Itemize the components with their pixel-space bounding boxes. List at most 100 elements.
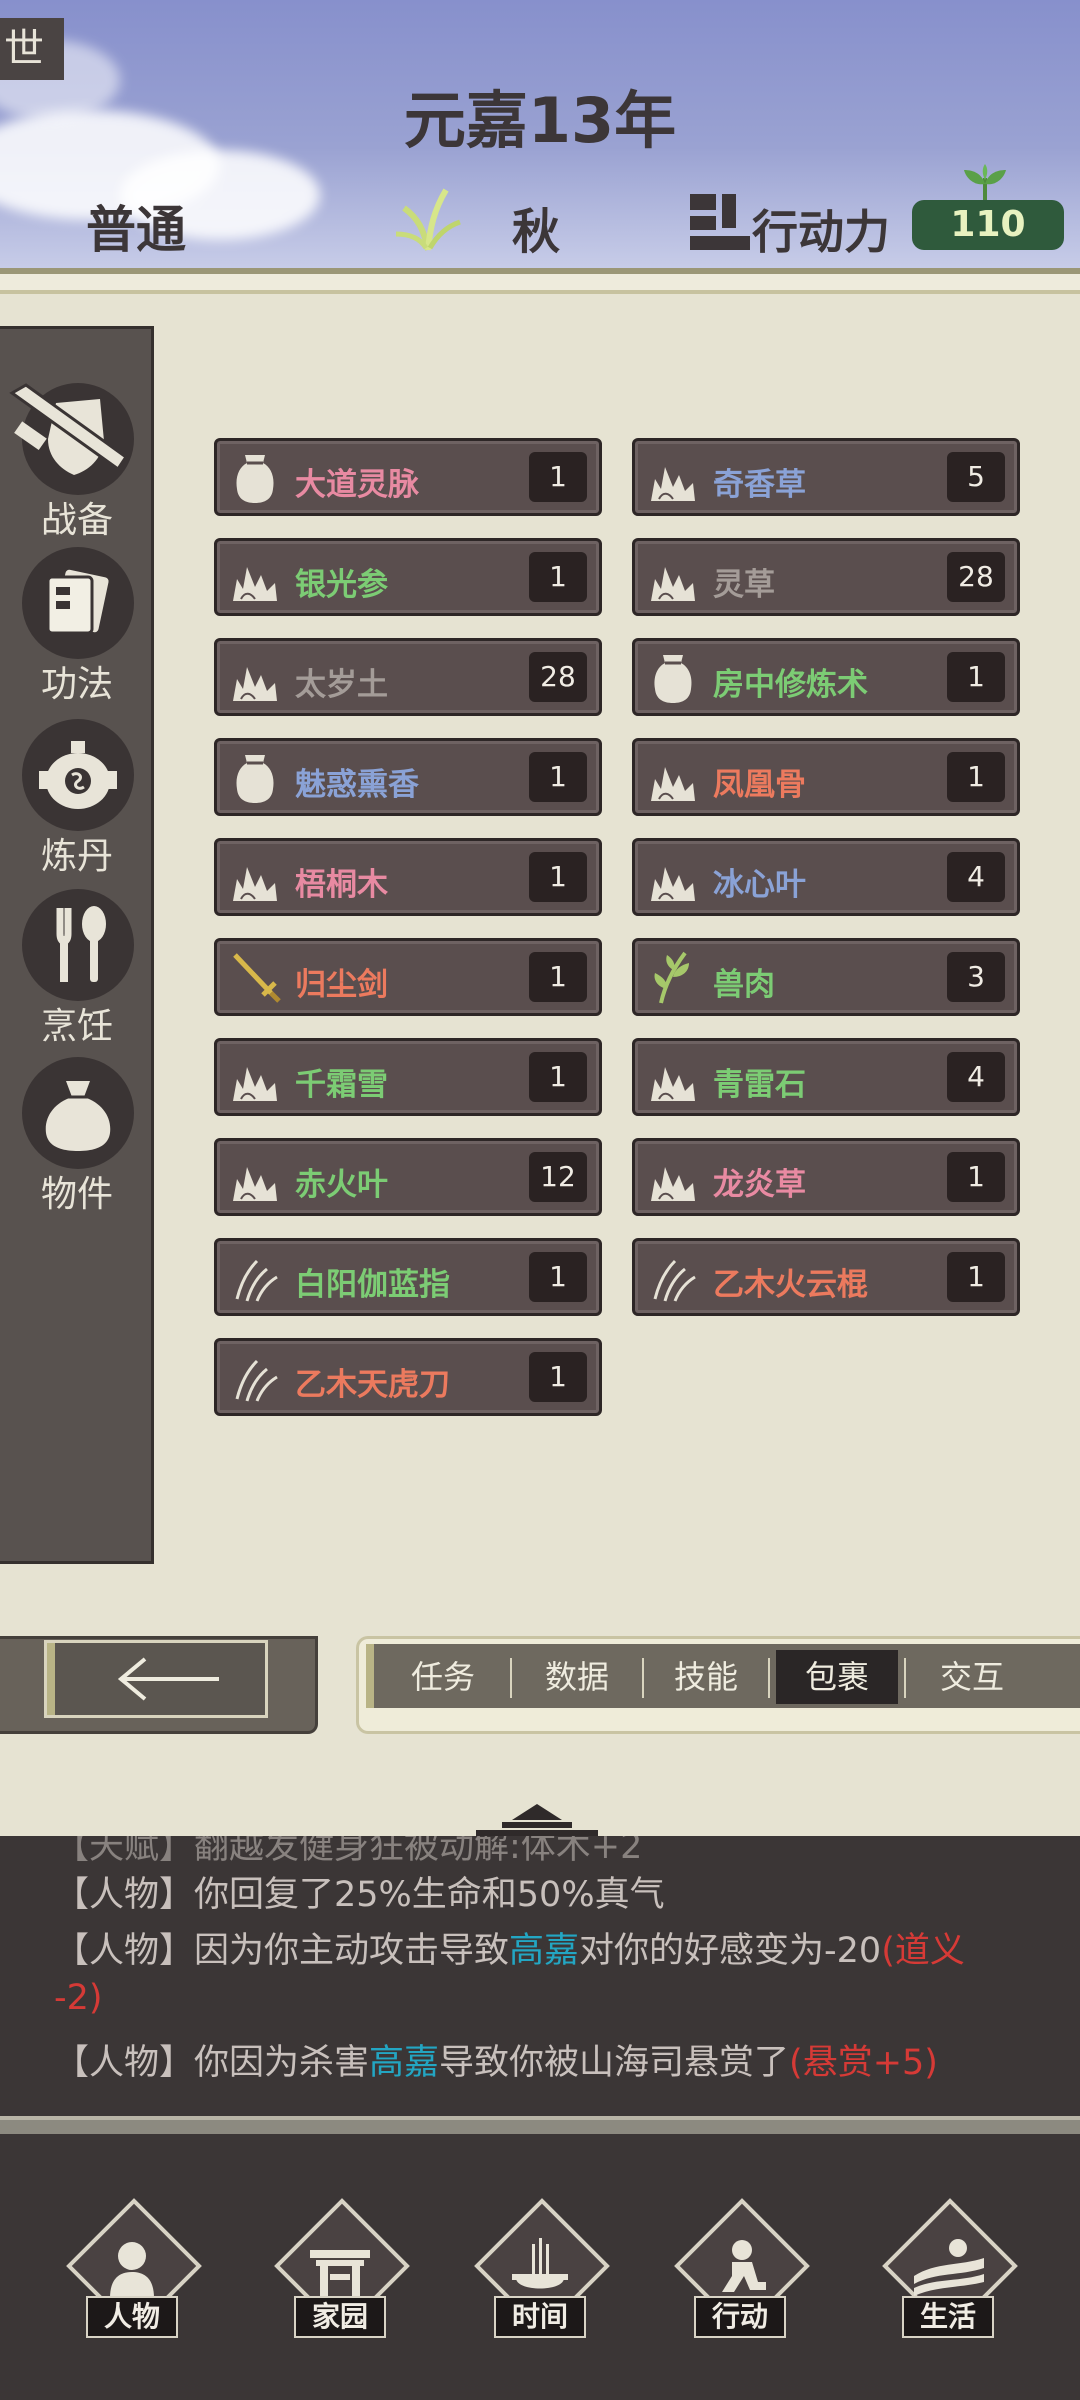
sidebar-item-label: 战备 (40, 500, 113, 541)
back-button[interactable] (44, 1640, 268, 1718)
bag-icon (227, 449, 283, 505)
inventory-item[interactable]: 兽肉 3 (632, 938, 1020, 1016)
item-count: 1 (947, 1252, 1005, 1302)
nav-life[interactable]: 生活 (872, 2198, 1022, 2342)
item-count: 1 (947, 652, 1005, 702)
bag-icon (227, 749, 283, 805)
inventory-item[interactable]: 青雷石 4 (632, 1038, 1020, 1116)
tab-data[interactable]: 数据 (512, 1650, 642, 1704)
inventory-item[interactable]: 归尘剑 1 (214, 938, 602, 1016)
item-name: 乙木火云棍 (713, 1267, 868, 1303)
inventory-item[interactable]: 魅惑熏香 1 (214, 738, 602, 816)
item-count: 4 (947, 1052, 1005, 1102)
log-text: 对你的好感变为-20 (579, 1931, 882, 1971)
log-line: 【人物】你因为杀害高嘉导致你被山海司悬赏了(悬赏+5) (54, 2034, 938, 2085)
sidebar-item-objects[interactable]: 物件 (0, 1057, 154, 1217)
inventory-item[interactable]: 赤火叶 12 (214, 1138, 602, 1216)
sprig-icon (645, 949, 701, 1005)
tab-divider (768, 1658, 770, 1698)
action-points-icon (690, 194, 750, 250)
herb-icon (645, 549, 701, 605)
inventory-item[interactable]: 凤凰骨 1 (632, 738, 1020, 816)
log-highlight: (道义 (881, 1931, 965, 1971)
item-count: 28 (529, 652, 587, 702)
item-name: 灵草 (713, 567, 775, 603)
sword-shield-icon (9, 383, 134, 495)
claw-icon (227, 1249, 283, 1305)
inventory-item[interactable]: 冰心叶 4 (632, 838, 1020, 916)
item-count: 1 (529, 452, 587, 502)
arrow-left-icon (117, 1657, 219, 1701)
sidebar-item-techniques[interactable]: 功法 (0, 547, 154, 707)
log-divider (0, 2116, 1080, 2134)
bag-icon (645, 649, 701, 705)
log-highlight: 高嘉 (369, 2043, 440, 2083)
herb-icon (227, 1149, 283, 1205)
nav-label: 人物 (86, 2296, 178, 2338)
nav-label: 家园 (294, 2296, 386, 2338)
tab-inventory[interactable]: 包裹 (776, 1650, 898, 1704)
claw-icon (645, 1249, 701, 1305)
inventory-item[interactable]: 房中修炼术 1 (632, 638, 1020, 716)
item-count: 12 (529, 1152, 587, 1202)
log-expand-icon[interactable] (462, 1798, 612, 1838)
item-name: 兽肉 (713, 967, 775, 1003)
nav-action[interactable]: 行动 (664, 2198, 814, 2342)
item-count: 1 (947, 1152, 1005, 1202)
item-name: 魅惑熏香 (295, 767, 419, 803)
item-name: 凤凰骨 (713, 767, 806, 803)
inventory-item[interactable]: 梧桐木 1 (214, 838, 602, 916)
inventory-item[interactable]: 乙木天虎刀 1 (214, 1338, 602, 1416)
log-text: 导致你被山海司悬赏了 (439, 2043, 790, 2083)
item-name: 冰心叶 (713, 867, 806, 903)
season-label: 秋 (512, 204, 561, 260)
sidebar-item-label: 物件 (40, 1174, 113, 1215)
item-count: 1 (529, 1352, 587, 1402)
nav-time[interactable]: 时间 (464, 2198, 614, 2342)
tab-skills[interactable]: 技能 (644, 1650, 768, 1704)
inventory-item[interactable]: 太岁土 28 (214, 638, 602, 716)
sidebar-item-label: 烹饪 (40, 1006, 113, 1047)
herb-icon (645, 1149, 701, 1205)
sidebar-item-equipment[interactable]: 战备 (0, 383, 154, 543)
item-count: 4 (947, 852, 1005, 902)
pouch-icon (22, 1057, 134, 1169)
inventory-item[interactable]: 千霜雪 1 (214, 1038, 602, 1116)
difficulty-label: 普通 (86, 201, 186, 259)
nav-character[interactable]: 人物 (56, 2198, 206, 2342)
header-divider (0, 268, 1080, 294)
inventory-item[interactable]: 乙木火云棍 1 (632, 1238, 1020, 1316)
item-count: 1 (529, 1252, 587, 1302)
item-name: 乙木天虎刀 (295, 1367, 450, 1403)
item-name: 白阳伽蓝指 (295, 1267, 450, 1303)
item-count: 5 (947, 452, 1005, 502)
item-count: 1 (529, 552, 587, 602)
item-name: 千霜雪 (295, 1067, 388, 1103)
incense-icon (512, 2238, 568, 2289)
log-line: -2) (54, 1978, 103, 2018)
nav-label: 行动 (694, 2296, 786, 2338)
nav-home[interactable]: 家园 (264, 2198, 414, 2342)
inventory-item[interactable]: 奇香草 5 (632, 438, 1020, 516)
inventory-item[interactable]: 龙炎草 1 (632, 1138, 1020, 1216)
tab-tasks[interactable]: 任务 (378, 1650, 508, 1704)
item-count: 1 (947, 752, 1005, 802)
sidebar-item-alchemy[interactable]: 炼丹 (0, 719, 154, 879)
landscape-icon (914, 2239, 984, 2296)
log-highlight: 高嘉 (509, 1931, 580, 1971)
item-count: 1 (529, 952, 587, 1002)
sidebar-item-cooking[interactable]: 烹饪 (0, 889, 154, 1049)
inventory-item[interactable]: 白阳伽蓝指 1 (214, 1238, 602, 1316)
inventory-item[interactable]: 灵草 28 (632, 538, 1020, 616)
inventory-item[interactable]: 银光参 1 (214, 538, 602, 616)
log-highlight: (悬赏+5) (789, 2043, 938, 2083)
inventory-item[interactable]: 大道灵脉 1 (214, 438, 602, 516)
category-sidebar: 战备 功法 炼丹 烹饪 物件 (0, 326, 154, 1564)
tab-interact[interactable]: 交互 (906, 1650, 1038, 1704)
season-grass-icon (395, 188, 461, 251)
event-log[interactable]: 【天赋】翻越发健身狂被动解:体术+2 【人物】你回复了25%生命和50%真气 【人… (0, 1836, 1080, 2126)
item-count: 3 (947, 952, 1005, 1002)
item-count: 1 (529, 852, 587, 902)
sidebar-item-label: 炼丹 (40, 836, 113, 877)
item-name: 房中修炼术 (713, 667, 868, 703)
